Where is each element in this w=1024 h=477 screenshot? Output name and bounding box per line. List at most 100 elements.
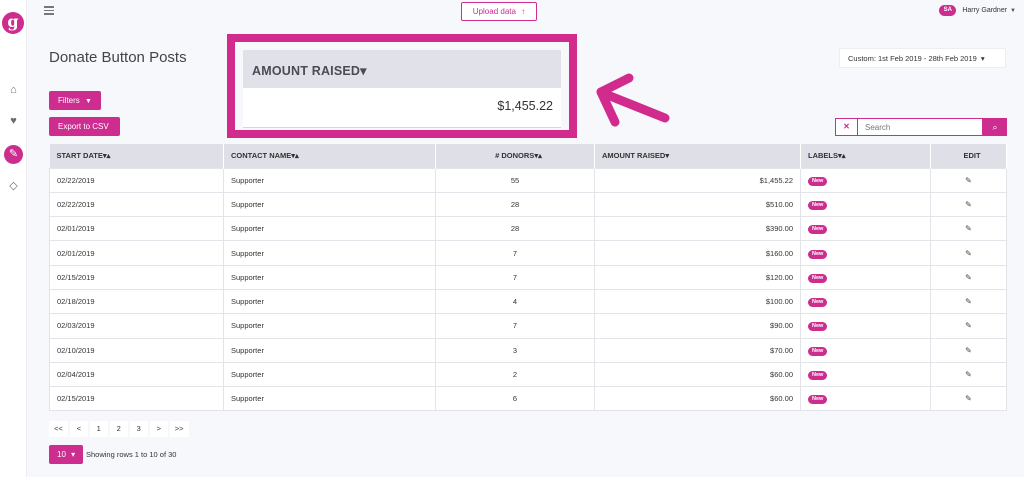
edit-cell: ✎ bbox=[930, 386, 1007, 412]
search-bar: ✕ ⌕ bbox=[835, 118, 1007, 136]
start-date-cell: 02/04/2019 bbox=[49, 361, 224, 388]
edit-icon[interactable]: ✎ bbox=[965, 249, 972, 258]
contact-name-cell: Supporter bbox=[223, 337, 436, 363]
new-badge[interactable]: New bbox=[808, 176, 828, 186]
edit-icon[interactable]: ✎ bbox=[965, 297, 972, 306]
labels-cell: New bbox=[800, 191, 931, 218]
table-row: 02/15/2019 Supporter 7 $120.00 New ✎ bbox=[49, 264, 1007, 290]
menu-icon[interactable] bbox=[44, 6, 54, 17]
logo[interactable]: g bbox=[2, 12, 24, 34]
page-link[interactable]: 3 bbox=[129, 421, 148, 437]
labels-cell: New bbox=[800, 288, 931, 315]
edit-icon[interactable]: ✎ bbox=[965, 273, 972, 282]
start-date-cell: 02/15/2019 bbox=[49, 386, 224, 412]
new-badge[interactable]: New bbox=[808, 395, 828, 405]
contact-name-cell: Supporter bbox=[223, 191, 436, 218]
pagination: << <1 2 3 > >> bbox=[49, 421, 191, 437]
column-donors[interactable]: # DONORS▾▴ bbox=[435, 144, 595, 168]
chevron-down-icon: ▼ bbox=[1010, 7, 1016, 14]
upload-data-label: Upload data bbox=[472, 7, 516, 16]
column-label: START DATE bbox=[56, 151, 103, 161]
user-name: Harry Gardner bbox=[962, 7, 1008, 14]
filters-button[interactable]: Filters ▼ bbox=[49, 91, 101, 110]
new-badge[interactable]: New bbox=[808, 249, 828, 259]
page-link[interactable]: > bbox=[149, 421, 168, 437]
edit-icon[interactable]: ✎ bbox=[965, 224, 972, 233]
export-csv-button[interactable]: Export to CSV bbox=[49, 117, 120, 136]
page-link[interactable]: << bbox=[49, 421, 68, 437]
edit-cell: ✎ bbox=[930, 167, 1007, 193]
new-badge[interactable]: New bbox=[808, 225, 828, 235]
edit-icon[interactable]: ✎ bbox=[965, 346, 972, 355]
column-contact-name[interactable]: CONTACT NAME▾▴ bbox=[223, 144, 436, 168]
start-date-cell: 02/01/2019 bbox=[49, 240, 224, 266]
table-row: 02/01/2019 Supporter 28 $390.00 New ✎ bbox=[49, 216, 1007, 242]
new-badge[interactable]: New bbox=[808, 200, 828, 210]
amount-cell: $90.00 bbox=[594, 313, 801, 339]
new-badge[interactable]: New bbox=[808, 371, 828, 381]
filter-icon: ▼ bbox=[85, 98, 92, 105]
new-badge[interactable]: New bbox=[808, 322, 828, 332]
amount-cell: $100.00 bbox=[594, 288, 801, 315]
arrow-up-icon: ↑ bbox=[521, 7, 526, 16]
chevron-down-icon: ▾ bbox=[980, 54, 985, 63]
donors-cell: 28 bbox=[435, 216, 595, 242]
amount-raised-title: AMOUNT RAISED bbox=[252, 64, 361, 78]
diamond-icon[interactable]: ◇ bbox=[7, 180, 20, 193]
edit-icon[interactable]: ✎ bbox=[965, 176, 972, 185]
edit-cell: ✎ bbox=[930, 361, 1007, 388]
edit-cell: ✎ bbox=[930, 288, 1007, 315]
start-date-cell: 02/10/2019 bbox=[49, 337, 224, 363]
contact-name-cell: Supporter bbox=[223, 313, 436, 339]
page-link[interactable]: 2 bbox=[109, 421, 128, 437]
amount-cell: $510.00 bbox=[594, 191, 801, 218]
labels-cell: New bbox=[800, 337, 931, 363]
edit-cell: ✎ bbox=[930, 264, 1007, 290]
labels-cell: New bbox=[800, 240, 931, 266]
date-range-select[interactable]: Custom: 1st Feb 2019 - 28th Feb 2019 ▾ bbox=[839, 48, 1006, 68]
search-button[interactable]: ⌕ bbox=[983, 118, 1007, 136]
sidebar: g ⌂ ♥ ✎ ◇ bbox=[0, 0, 27, 477]
column-label: EDIT bbox=[963, 151, 981, 161]
table-row: 02/10/2019 Supporter 3 $70.00 New ✎ bbox=[49, 337, 1007, 363]
edit-icon[interactable]: ✎ bbox=[965, 200, 972, 209]
edit-cell: ✎ bbox=[930, 313, 1007, 339]
column-labels[interactable]: LABELS▾▴ bbox=[800, 144, 931, 168]
edit-icon[interactable]: ✎ bbox=[965, 370, 972, 379]
sort-icon: ▾▴ bbox=[838, 151, 846, 161]
amount-raised-header[interactable]: AMOUNT RAISED▾ bbox=[243, 50, 561, 88]
start-date-cell: 02/22/2019 bbox=[49, 191, 224, 218]
clear-search-icon[interactable]: ✕ bbox=[835, 118, 857, 136]
search-input[interactable] bbox=[857, 118, 983, 136]
edit-icon[interactable]: ✎ bbox=[965, 394, 972, 403]
page-link[interactable]: 1 bbox=[89, 421, 108, 437]
heart-icon[interactable]: ♥ bbox=[7, 115, 20, 128]
table-row: 02/15/2019 Supporter 6 $60.00 New ✎ bbox=[49, 386, 1007, 412]
new-badge[interactable]: New bbox=[808, 273, 828, 283]
sort-caret-icon: ▾ bbox=[360, 64, 367, 78]
amount-cell: $160.00 bbox=[594, 240, 801, 266]
column-amount-raised[interactable]: AMOUNT RAISED▾ bbox=[594, 144, 801, 168]
labels-cell: New bbox=[800, 216, 931, 242]
home-icon[interactable]: ⌂ bbox=[7, 84, 20, 97]
page-link[interactable]: < bbox=[69, 421, 88, 437]
pencil-icon[interactable]: ✎ bbox=[4, 145, 23, 164]
donors-cell: 7 bbox=[435, 264, 595, 290]
page-link[interactable]: >> bbox=[169, 421, 189, 437]
page-title: Donate Button Posts bbox=[49, 49, 187, 66]
contact-name-cell: Supporter bbox=[223, 264, 436, 290]
user-menu[interactable]: SA Harry Gardner ▼ bbox=[939, 5, 1016, 16]
labels-cell: New bbox=[800, 361, 931, 388]
column-start-date[interactable]: START DATE▾▴ bbox=[49, 144, 224, 168]
table-header-row: START DATE▾▴ CONTACT NAME▾▴ # DONORS▾▴ A… bbox=[49, 144, 1007, 168]
contact-name-cell: Supporter bbox=[223, 288, 436, 315]
labels-cell: New bbox=[800, 313, 931, 339]
donors-cell: 28 bbox=[435, 191, 595, 218]
edit-icon[interactable]: ✎ bbox=[965, 321, 972, 330]
rows-per-page-select[interactable]: 10 ▾ bbox=[49, 445, 83, 464]
edit-cell: ✎ bbox=[930, 240, 1007, 266]
upload-data-button[interactable]: Upload data ↑ bbox=[461, 2, 537, 21]
donors-cell: 6 bbox=[435, 386, 595, 412]
new-badge[interactable]: New bbox=[808, 298, 828, 308]
new-badge[interactable]: New bbox=[808, 346, 828, 356]
